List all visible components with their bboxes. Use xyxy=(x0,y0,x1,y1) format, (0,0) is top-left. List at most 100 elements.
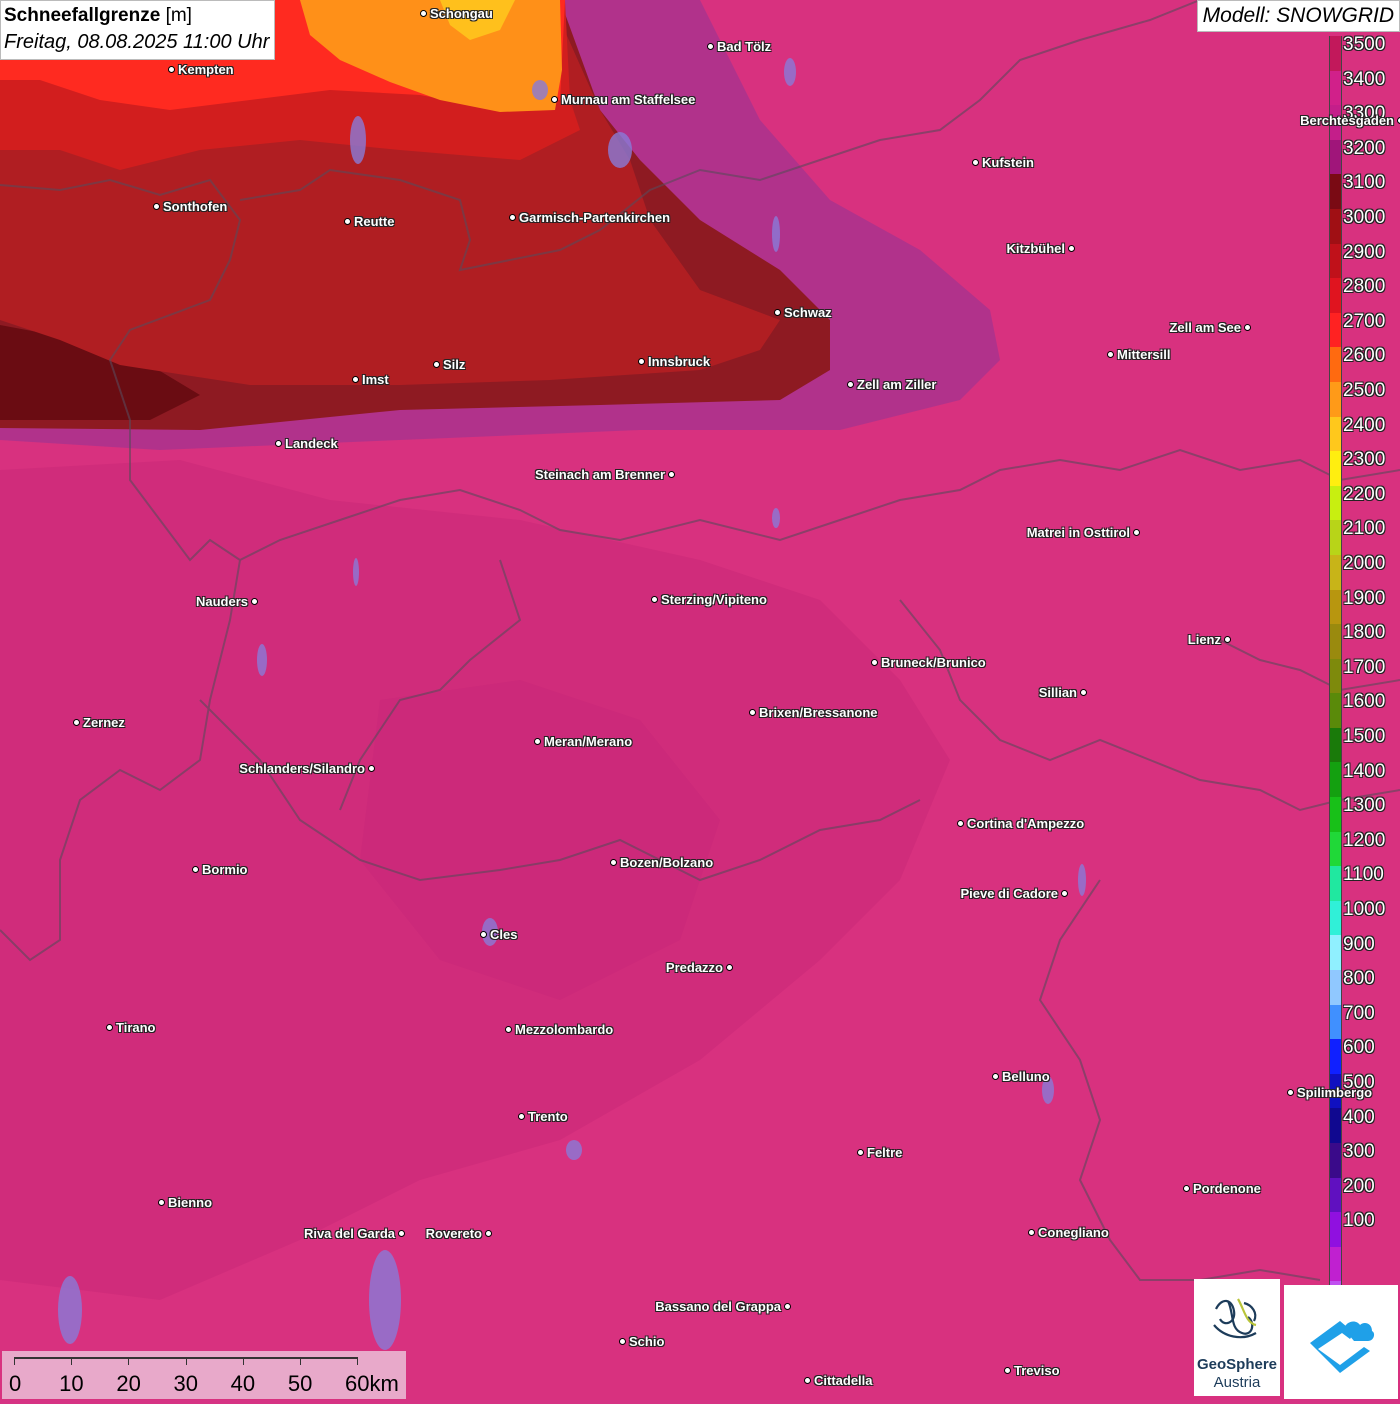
city-label: Cles xyxy=(490,926,518,942)
legend-label: 1200 xyxy=(1343,829,1386,851)
legend-label: 2500 xyxy=(1343,380,1386,401)
legend-label: 400 xyxy=(1343,1106,1375,1128)
city-dot xyxy=(352,375,359,383)
color-legend-bar xyxy=(1329,36,1342,1316)
legend-label: 700 xyxy=(1343,1002,1375,1024)
legend-label: 800 xyxy=(1343,968,1375,990)
geosphere-logo[interactable]: GeoSphere Austria xyxy=(1194,1279,1280,1396)
geosphere-text: GeoSphere xyxy=(1196,1356,1278,1373)
legend-swatch xyxy=(1329,174,1342,209)
legend-label: 100 xyxy=(1343,1210,1375,1232)
scale-tick xyxy=(128,1357,130,1365)
city-dot xyxy=(158,1198,165,1206)
city-dot xyxy=(1107,350,1114,358)
city-dot xyxy=(368,764,375,772)
title-unit: [m] xyxy=(165,5,192,26)
legend-label: 2700 xyxy=(1343,310,1386,332)
legend-label: 3400 xyxy=(1343,68,1386,90)
city-marker: Feltre xyxy=(857,1145,902,1160)
legend-swatch xyxy=(1329,416,1342,452)
scale-tick xyxy=(357,1357,358,1365)
city-marker: Bassano del Grappa xyxy=(655,1299,791,1314)
legend-swatch xyxy=(1329,520,1342,555)
city-marker: Cittadella xyxy=(804,1373,873,1388)
city-label: Berchtesgaden xyxy=(1300,112,1394,128)
legend-swatch xyxy=(1329,451,1342,486)
city-dot xyxy=(168,65,175,73)
city-label: Zell am See xyxy=(1169,319,1241,335)
city-marker: Kufstein xyxy=(972,155,1034,170)
city-dot xyxy=(73,718,80,726)
city-marker: Silz xyxy=(433,357,465,372)
city-dot xyxy=(344,217,351,225)
legend-swatch xyxy=(1329,693,1342,728)
city-dot xyxy=(398,1229,405,1237)
legend-label: 3200 xyxy=(1343,137,1386,159)
legend-swatch xyxy=(1329,658,1342,694)
city-marker: Innsbruck xyxy=(638,354,710,369)
city-label: Rovereto xyxy=(425,1225,482,1241)
city-marker: Brixen/Bressanone xyxy=(749,705,878,720)
city-marker: Steinach am Brenner xyxy=(535,467,675,482)
city-marker: Kitzbühel xyxy=(1006,240,1075,256)
scale-label: 40 xyxy=(230,1371,256,1396)
city-dot xyxy=(251,597,258,605)
legend-swatch xyxy=(1329,727,1342,763)
legend-swatch xyxy=(1329,347,1342,382)
legend-label: 1500 xyxy=(1343,726,1386,747)
legend-swatch xyxy=(1329,1177,1342,1213)
city-label: Conegliano xyxy=(1038,1224,1109,1240)
city-marker: Rovereto xyxy=(426,1226,492,1241)
city-marker: Bruneck/Brunico xyxy=(871,655,986,670)
city-dot xyxy=(275,439,282,447)
city-label: Kitzbühel xyxy=(1006,240,1066,256)
city-dot xyxy=(106,1023,113,1031)
city-marker: Meran/Merano xyxy=(534,734,632,749)
scale-bar: 0 10 20 30 40 50 60km xyxy=(2,1351,406,1399)
city-marker: Garmisch-Partenkirchen xyxy=(509,210,670,225)
model-label: Modell: SNOWGRID xyxy=(1196,0,1400,32)
legend-swatch xyxy=(1329,312,1342,348)
city-dot xyxy=(1080,688,1087,696)
city-label: Riva del Garda xyxy=(303,1225,395,1241)
city-label: Meran/Merano xyxy=(544,733,633,749)
legend-label: 1700 xyxy=(1343,656,1386,678)
legend-label: 3100 xyxy=(1343,172,1386,194)
city-dot xyxy=(857,1148,864,1156)
legend-swatch xyxy=(1329,866,1342,901)
scale-label: 20 xyxy=(116,1371,141,1396)
city-label: Bienno xyxy=(168,1194,213,1210)
legend-label: 1600 xyxy=(1343,691,1386,713)
city-label: Schwaz xyxy=(784,304,832,320)
legend-label: 2300 xyxy=(1343,449,1386,471)
city-label: Bormio xyxy=(202,861,248,877)
legend-label: 200 xyxy=(1343,1175,1375,1197)
city-marker: Pordenone xyxy=(1183,1181,1261,1196)
legend-swatch xyxy=(1329,243,1342,279)
city-dot xyxy=(726,963,733,971)
legend-label: 2800 xyxy=(1343,276,1386,298)
legend-swatch xyxy=(1329,1212,1342,1247)
legend-swatch xyxy=(1329,1246,1342,1282)
city-marker: Bad Tölz xyxy=(707,39,771,54)
title-bold: Schneefallgrenze xyxy=(4,5,161,26)
city-marker: Bormio xyxy=(192,862,248,877)
city-marker: Schio xyxy=(619,1334,664,1349)
scale-tick xyxy=(299,1357,301,1365)
city-dot xyxy=(192,865,199,873)
city-dot xyxy=(420,9,427,17)
city-dot xyxy=(1061,889,1068,897)
city-dot xyxy=(651,595,658,603)
city-dot xyxy=(668,470,675,478)
city-dot xyxy=(433,360,440,368)
legend-swatch xyxy=(1329,624,1342,659)
legend-swatch xyxy=(1329,762,1342,798)
city-dot xyxy=(509,213,516,221)
city-label: Kempten xyxy=(178,61,234,77)
city-marker: Murnau am Staffelsee xyxy=(551,92,695,107)
scale-tick xyxy=(14,1357,15,1365)
legend-swatch xyxy=(1329,208,1342,244)
snowgrid-logo[interactable] xyxy=(1284,1285,1398,1399)
scale-tick xyxy=(242,1357,244,1365)
city-marker: Sillian xyxy=(1039,685,1087,700)
